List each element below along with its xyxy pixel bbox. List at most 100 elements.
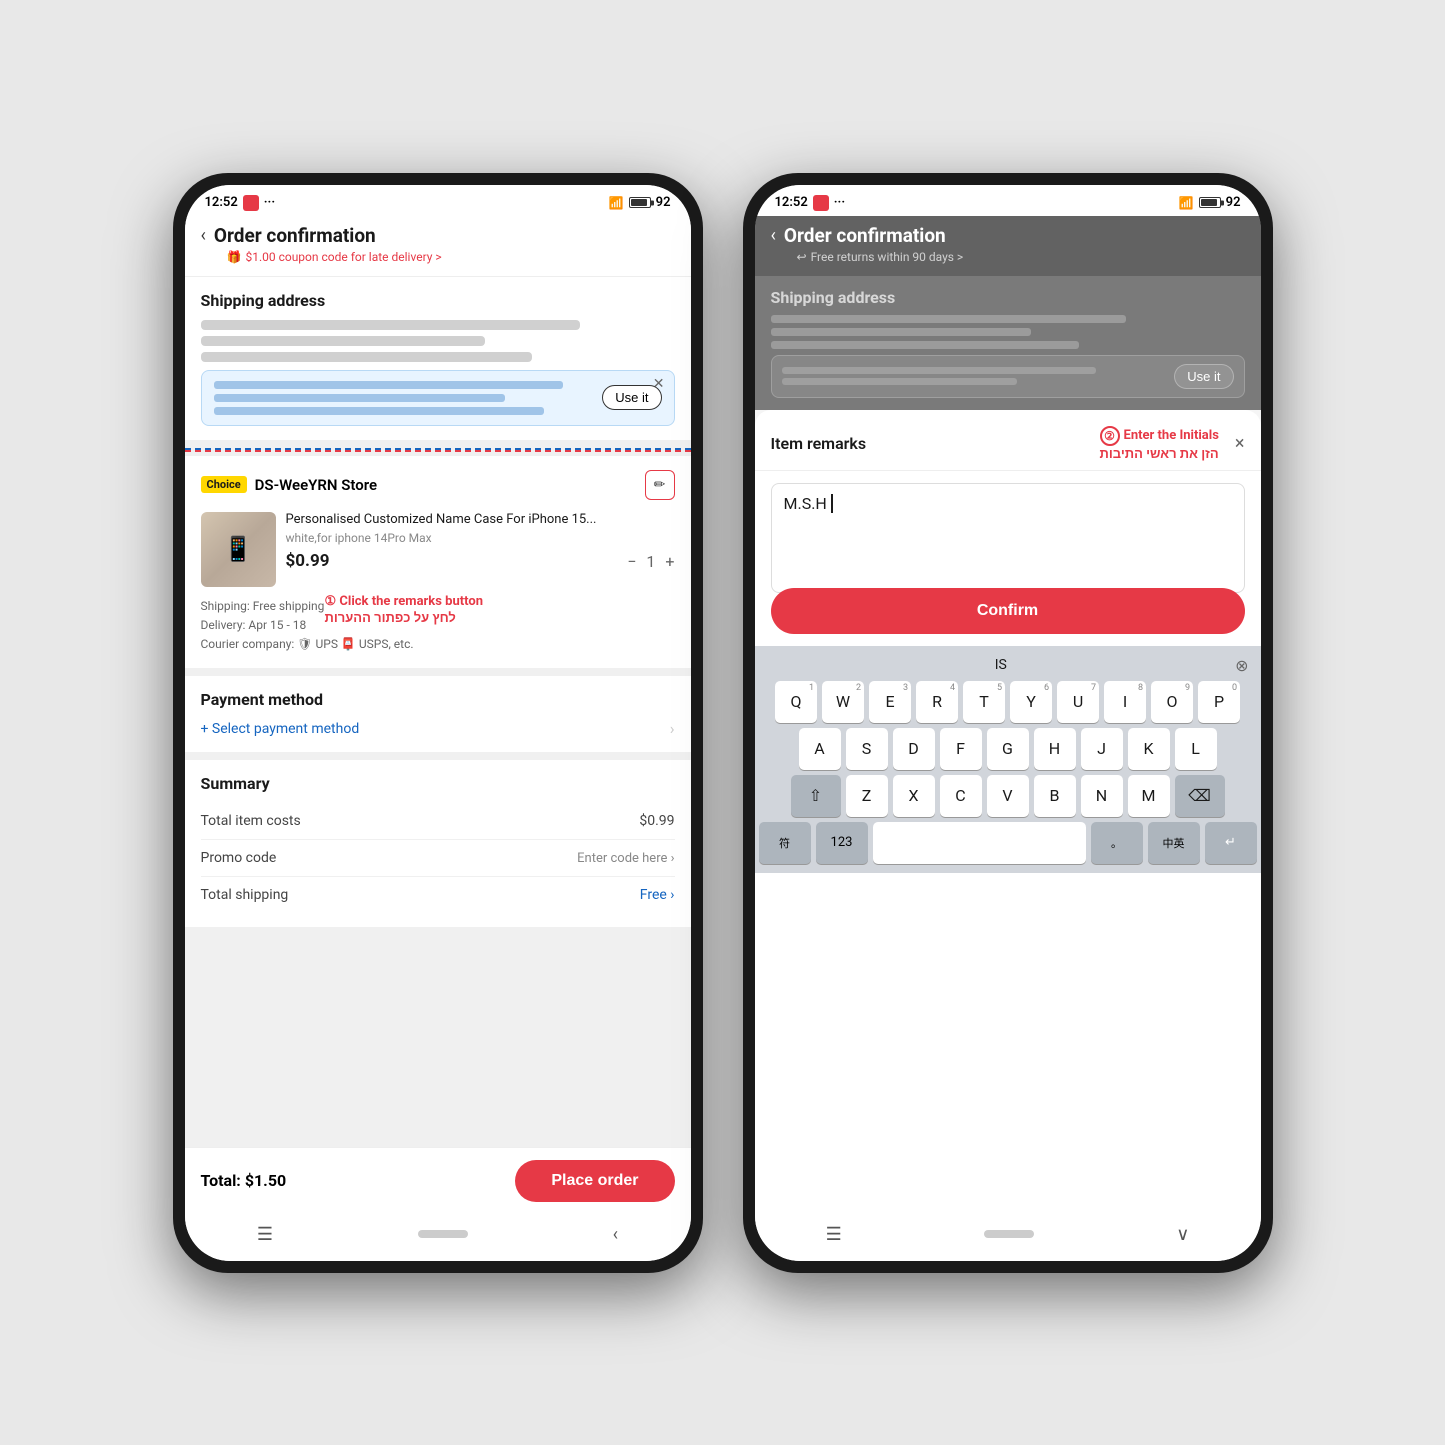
key-shift[interactable]: ⇧ bbox=[791, 775, 841, 817]
key-q[interactable]: 1Q bbox=[775, 681, 817, 723]
hamburger-icon-2[interactable]: ☰ bbox=[826, 1224, 842, 1245]
summary-label-1: Promo code bbox=[201, 850, 277, 866]
key-space[interactable] bbox=[873, 822, 1086, 864]
key-chinese[interactable]: 中英 bbox=[1148, 822, 1200, 864]
key-h[interactable]: H bbox=[1034, 728, 1076, 770]
keyboard: IS ⊗ 1Q 2W 3E 4R 5T 6Y 7U 8I 9O 0P bbox=[755, 646, 1261, 873]
summary-value-2[interactable]: Free › bbox=[640, 887, 675, 903]
summary-row-1[interactable]: Promo code Enter code here › bbox=[201, 840, 675, 877]
step2-circle: ② bbox=[1100, 426, 1120, 446]
remarks-button[interactable]: ✏ bbox=[645, 470, 675, 500]
key-u[interactable]: 7U bbox=[1057, 681, 1099, 723]
dark-overlay: Shipping address Use it bbox=[755, 276, 1261, 410]
modal-sheet: Item remarks ② Enter the Initials הזן את… bbox=[755, 410, 1261, 1214]
hamburger-icon[interactable]: ☰ bbox=[257, 1224, 273, 1245]
select-payment[interactable]: + Select payment method bbox=[201, 721, 360, 737]
phone-2: 12:52 ··· 📶 92 ‹ Order confirmation ↩ Fr… bbox=[743, 173, 1273, 1273]
number-row[interactable]: 1Q 2W 3E 4R 5T 6Y 7U 8I 9O 0P bbox=[759, 681, 1257, 723]
total-display: Total: $1.50 bbox=[201, 1171, 287, 1190]
key-c[interactable]: C bbox=[940, 775, 982, 817]
modal-title: Item remarks bbox=[771, 434, 867, 453]
key-p[interactable]: 0P bbox=[1198, 681, 1240, 723]
product-price-row: $0.99 − 1 + bbox=[286, 551, 675, 571]
key-r[interactable]: 4R bbox=[916, 681, 958, 723]
key-w[interactable]: 2W bbox=[822, 681, 864, 723]
key-123[interactable]: 123 bbox=[816, 822, 868, 864]
key-backspace[interactable]: ⌫ bbox=[1175, 775, 1225, 817]
coupon-banner: Use it bbox=[201, 370, 675, 426]
quantity-control[interactable]: − 1 + bbox=[627, 552, 674, 571]
key-g[interactable]: G bbox=[987, 728, 1029, 770]
product-info: Personalised Customized Name Case For iP… bbox=[286, 512, 675, 587]
step2-he: הזן את ראשי התיבות bbox=[1100, 446, 1219, 462]
key-period[interactable]: 。 bbox=[1091, 822, 1143, 864]
qty-minus[interactable]: − bbox=[627, 552, 636, 571]
scroll-content-1: Shipping address Use it ✕ bbox=[185, 277, 691, 1147]
key-n[interactable]: N bbox=[1081, 775, 1123, 817]
product-section: Choice DS-WeeYRN Store ✏ 📱 Personalised … bbox=[185, 456, 691, 669]
return-icon: ↩ bbox=[797, 250, 807, 264]
key-s[interactable]: S bbox=[846, 728, 888, 770]
zxcv-row[interactable]: ⇧ Z X C V B N M ⌫ bbox=[759, 775, 1257, 817]
key-i[interactable]: 8I bbox=[1104, 681, 1146, 723]
place-order-button[interactable]: Place order bbox=[515, 1160, 674, 1202]
key-a[interactable]: A bbox=[799, 728, 841, 770]
key-l[interactable]: L bbox=[1175, 728, 1217, 770]
promo-link[interactable]: Enter code here › bbox=[577, 851, 674, 866]
key-k[interactable]: K bbox=[1128, 728, 1170, 770]
qty-plus[interactable]: + bbox=[665, 552, 674, 571]
key-d[interactable]: D bbox=[893, 728, 935, 770]
header-subtitle-1[interactable]: $1.00 coupon code for late delivery > bbox=[245, 250, 441, 264]
key-b[interactable]: B bbox=[1034, 775, 1076, 817]
modal-header: Item remarks ② Enter the Initials הזן את… bbox=[755, 410, 1261, 471]
key-m[interactable]: M bbox=[1128, 775, 1170, 817]
suggestion-clear[interactable]: ⊗ bbox=[1235, 656, 1248, 675]
modal-close-button[interactable]: × bbox=[1235, 433, 1245, 454]
total-value: $1.50 bbox=[245, 1171, 286, 1190]
status-bar-1: 12:52 ··· 📶 92 bbox=[185, 185, 691, 216]
text-cursor bbox=[827, 494, 833, 513]
back-nav-icon[interactable]: ‹ bbox=[613, 1224, 618, 1245]
product-name: Personalised Customized Name Case For iP… bbox=[286, 512, 675, 529]
key-t[interactable]: 5T bbox=[963, 681, 1005, 723]
remarks-input[interactable]: M.S.H bbox=[771, 483, 1245, 593]
key-f[interactable]: F bbox=[940, 728, 982, 770]
wifi-icon-2: 📶 bbox=[1179, 196, 1194, 210]
dots-icon-2: ··· bbox=[834, 195, 845, 210]
summary-row-0: Total item costs $0.99 bbox=[201, 803, 675, 840]
key-z[interactable]: Z bbox=[846, 775, 888, 817]
app-icon-1 bbox=[243, 195, 259, 211]
space-row[interactable]: 符 123 。 中英 ↵ bbox=[759, 822, 1257, 864]
down-icon[interactable]: ∨ bbox=[1176, 1224, 1189, 1245]
payment-row[interactable]: + Select payment method › bbox=[201, 719, 675, 738]
shipping-info: Shipping: Free shipping Delivery: Apr 15… bbox=[201, 597, 675, 655]
key-v[interactable]: V bbox=[987, 775, 1029, 817]
choice-badge: Choice bbox=[201, 476, 247, 493]
back-button-1[interactable]: ‹ bbox=[201, 225, 206, 246]
back-button-2[interactable]: ‹ bbox=[771, 225, 776, 246]
delivery-date: Delivery: Apr 15 - 18 bbox=[201, 616, 675, 635]
wifi-icon-1: 📶 bbox=[609, 196, 624, 210]
total-label: Total: bbox=[201, 1171, 241, 1190]
app-icon-2 bbox=[813, 195, 829, 211]
key-x[interactable]: X bbox=[893, 775, 935, 817]
key-return[interactable]: ↵ bbox=[1205, 822, 1257, 864]
dark-use-it[interactable]: Use it bbox=[1174, 364, 1233, 389]
total-text: Total: $1.50 bbox=[201, 1171, 287, 1190]
header-subtitle-2[interactable]: Free returns within 90 days > bbox=[811, 250, 964, 264]
address-line-1 bbox=[201, 320, 580, 330]
battery-pct-2: 92 bbox=[1226, 195, 1241, 210]
time-2: 12:52 bbox=[775, 195, 808, 210]
key-j[interactable]: J bbox=[1081, 728, 1123, 770]
payment-section: Payment method + Select payment method › bbox=[185, 676, 691, 752]
asdf-row[interactable]: A S D F G H J K L bbox=[759, 728, 1257, 770]
key-o[interactable]: 9O bbox=[1151, 681, 1193, 723]
summary-label-2: Total shipping bbox=[201, 887, 289, 903]
coupon-close[interactable]: ✕ bbox=[653, 376, 665, 392]
key-e[interactable]: 3E bbox=[869, 681, 911, 723]
key-y[interactable]: 6Y bbox=[1010, 681, 1052, 723]
suggestion-text[interactable]: IS bbox=[767, 657, 1236, 673]
confirm-button[interactable]: Confirm bbox=[771, 588, 1245, 634]
key-symbol[interactable]: 符 bbox=[759, 822, 811, 864]
store-name-row: Choice DS-WeeYRN Store bbox=[201, 476, 378, 494]
